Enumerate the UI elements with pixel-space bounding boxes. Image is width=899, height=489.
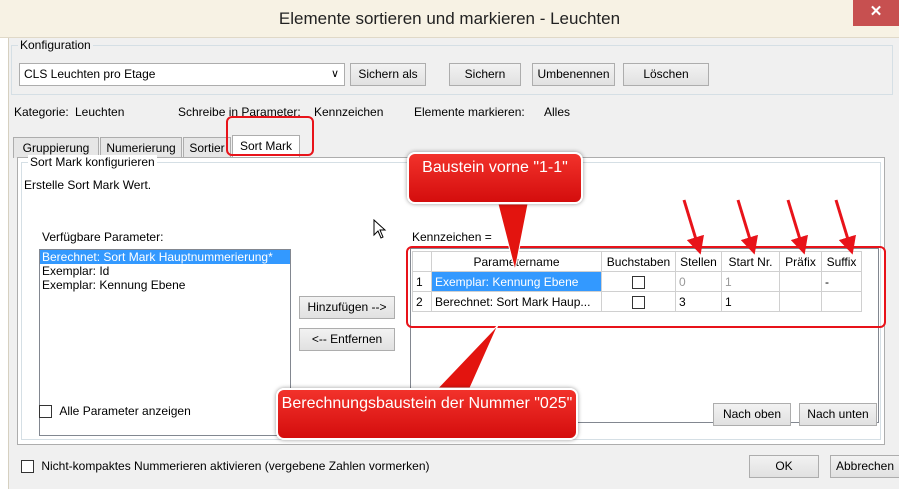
show-all-checkbox-wrap[interactable]: Alle Parameter anzeigen <box>39 404 191 419</box>
mark-elements-label: Elemente markieren: <box>414 105 525 119</box>
list-item[interactable]: Berechnet: Sort Mark Hauptnummerierung* <box>40 250 290 264</box>
ok-button[interactable]: OK <box>749 455 819 478</box>
grid-highlight <box>406 246 886 328</box>
config-select[interactable]: CLS Leuchten pro Etage ∨ <box>19 63 345 86</box>
category-label: Kategorie: <box>14 105 69 119</box>
delete-button[interactable]: Löschen <box>623 63 709 86</box>
compact-checkbox-wrap[interactable]: Nicht-kompaktes Nummerieren aktivieren (… <box>21 459 430 474</box>
panel-description: Erstelle Sort Mark Wert. <box>24 178 152 192</box>
close-button[interactable]: ✕ <box>853 0 899 26</box>
move-up-button[interactable]: Nach oben <box>713 403 791 426</box>
mark-elements-value: Alles <box>544 105 571 119</box>
show-all-checkbox[interactable] <box>39 405 52 419</box>
cancel-button[interactable]: Abbrechen <box>830 455 899 478</box>
tab-sortierung[interactable]: Sortier <box>183 137 231 158</box>
list-item[interactable]: Exemplar: Id <box>40 264 290 278</box>
show-all-label: Alle Parameter anzeigen <box>59 404 191 418</box>
mouse-cursor-icon <box>373 219 387 239</box>
move-down-button[interactable]: Nach unten <box>799 403 877 426</box>
write-param-value: Kennzeichen <box>314 105 384 119</box>
save-as-button[interactable]: Sichern als <box>350 63 426 86</box>
save-button[interactable]: Sichern <box>449 63 521 86</box>
callout-top: Baustein vorne "1-1" <box>407 152 583 204</box>
window-title: Elemente sortieren und markieren - Leuch… <box>278 9 621 28</box>
compact-checkbox[interactable] <box>21 460 34 474</box>
category-value: Leuchten <box>75 105 125 119</box>
list-item[interactable]: Exemplar: Kennung Ebene <box>40 278 290 292</box>
config-select-value: CLS Leuchten pro Etage <box>24 67 156 81</box>
title-bar: Elemente sortieren und markieren - Leuch… <box>0 0 899 38</box>
sort-mark-legend: Sort Mark konfigurieren <box>28 155 157 169</box>
compact-label: Nicht-kompaktes Nummerieren aktivieren (… <box>41 459 430 473</box>
config-legend: Konfiguration <box>18 38 93 52</box>
chevron-down-icon: ∨ <box>330 68 339 80</box>
remove-button[interactable]: <-- Entfernen <box>299 328 395 351</box>
available-params-label: Verfügbare Parameter: <box>42 230 164 244</box>
sort-mark-tab-highlight <box>226 116 314 156</box>
rename-button[interactable]: Umbenennen <box>532 63 615 86</box>
add-button[interactable]: Hinzufügen --> <box>299 296 395 319</box>
kennzeichen-label: Kennzeichen = <box>412 230 492 244</box>
callout-bottom: Berechnungsbaustein der Nummer "025" <box>276 388 578 440</box>
